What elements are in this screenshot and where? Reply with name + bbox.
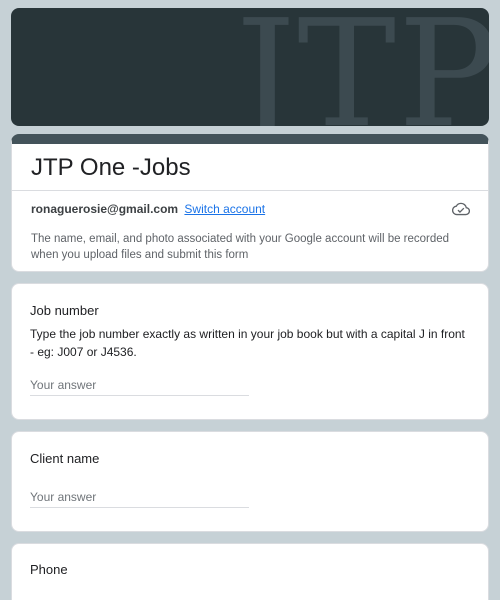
question-title: Client name: [30, 451, 100, 466]
switch-account-link[interactable]: Switch account: [184, 202, 265, 216]
question-card-job-number: Job number Type the job number exactly a…: [11, 283, 489, 420]
form-title: JTP One -Jobs: [31, 154, 191, 181]
client-name-input[interactable]: [30, 487, 249, 508]
account-line: ronaguerosie@gmail.com Switch account: [31, 202, 265, 216]
privacy-notice: The name, email, and photo associated wi…: [31, 233, 450, 261]
header-divider: [12, 190, 488, 191]
question-title: Phone: [30, 562, 68, 577]
form-header-card: JTP One -Jobs ronaguerosie@gmail.com Swi…: [11, 134, 489, 272]
question-card-client-name: Client name: [11, 431, 489, 532]
account-email: ronaguerosie@gmail.com: [31, 202, 179, 216]
form-page: JTP JTP One -Jobs ronaguerosie@gmail.com…: [0, 0, 500, 600]
banner-logo: JTP: [236, 8, 489, 126]
question-title: Job number: [30, 303, 99, 318]
question-card-phone: Phone: [11, 543, 489, 600]
cloud-check-icon: [452, 202, 470, 216]
question-description: Type the job number exactly as written i…: [30, 327, 465, 359]
job-number-input[interactable]: [30, 375, 249, 396]
header-banner: JTP: [11, 8, 489, 126]
